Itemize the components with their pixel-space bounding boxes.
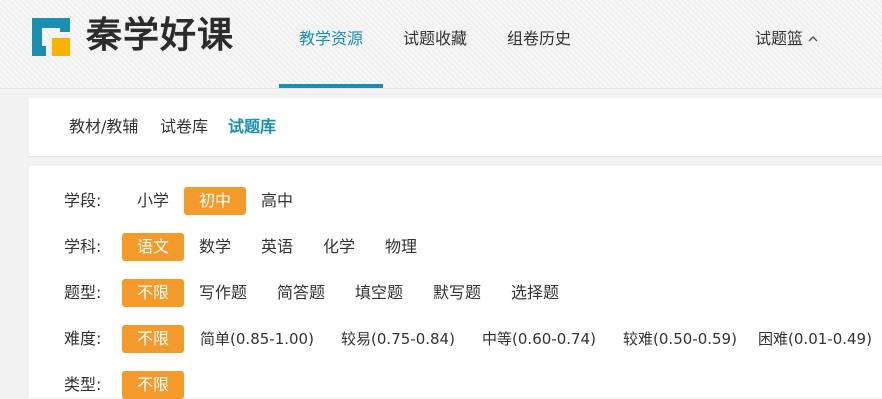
nav-paper-history[interactable]: 组卷历史 xyxy=(507,24,571,54)
filter-question-type-option[interactable]: 选择题 xyxy=(505,279,565,307)
filter-subject-option[interactable]: 物理 xyxy=(377,233,425,261)
subtab-textbooks[interactable]: 教材/教辅 xyxy=(69,114,138,140)
filter-difficulty-option[interactable]: 简单(0.85-1.00) xyxy=(193,325,321,353)
filter-question-type-option[interactable]: 填空题 xyxy=(349,279,409,307)
filter-stage-option-selected[interactable]: 初中 xyxy=(184,187,246,215)
filter-question-type-option[interactable]: 默写题 xyxy=(427,279,487,307)
filter-question-type-option-selected[interactable]: 不限 xyxy=(122,279,184,307)
filter-difficulty-option[interactable]: 较易(0.75-0.84) xyxy=(334,325,462,353)
filter-question-type-label: 题型: xyxy=(64,283,102,302)
subtab-question-bank[interactable]: 试题库 xyxy=(228,114,276,140)
top-header: 秦学好课 教学资源 试题收藏 组卷历史 试题篮 xyxy=(0,0,882,89)
filter-difficulty-option[interactable]: 中等(0.60-0.74) xyxy=(475,325,603,353)
filter-stage-option[interactable]: 小学 xyxy=(129,187,177,215)
filter-category-option-selected[interactable]: 不限 xyxy=(122,371,184,399)
resource-subtabs: 教材/教辅 试卷库 试题库 xyxy=(29,98,882,157)
filter-subject-option-selected[interactable]: 语文 xyxy=(122,233,184,261)
brand-name[interactable]: 秦学好课 xyxy=(86,12,234,60)
filter-category-label: 类型: xyxy=(64,375,102,394)
nav-question-favorites[interactable]: 试题收藏 xyxy=(403,24,467,54)
question-basket-button[interactable]: 试题篮 xyxy=(755,24,819,54)
filter-panel: 学段: 小学 初中 高中 学科: 语文 数学 英语 化学 物理 题型: 不限 写… xyxy=(29,166,882,399)
nav-teaching-resources[interactable]: 教学资源 xyxy=(299,24,363,54)
filter-stage-option[interactable]: 高中 xyxy=(253,187,301,215)
filter-subject-label: 学科: xyxy=(64,237,102,256)
filter-difficulty-option-selected[interactable]: 不限 xyxy=(122,325,184,353)
brand-logo-icon[interactable] xyxy=(28,14,74,60)
filter-subject-option[interactable]: 化学 xyxy=(315,233,363,261)
active-nav-indicator xyxy=(279,84,383,88)
filter-stage-label: 学段: xyxy=(64,191,102,210)
filter-difficulty-label: 难度: xyxy=(64,329,102,348)
subtab-paper-bank[interactable]: 试卷库 xyxy=(160,114,208,140)
chevron-up-icon xyxy=(808,36,818,42)
filter-difficulty-option[interactable]: 较难(0.50-0.59) xyxy=(616,325,744,353)
filter-subject-option[interactable]: 数学 xyxy=(191,233,239,261)
filter-difficulty-option[interactable]: 困难(0.01-0.49) xyxy=(751,325,879,353)
filter-question-type-option[interactable]: 简答题 xyxy=(271,279,331,307)
filter-subject-option[interactable]: 英语 xyxy=(253,233,301,261)
filter-question-type-option[interactable]: 写作题 xyxy=(193,279,253,307)
question-basket-label: 试题篮 xyxy=(755,29,804,48)
